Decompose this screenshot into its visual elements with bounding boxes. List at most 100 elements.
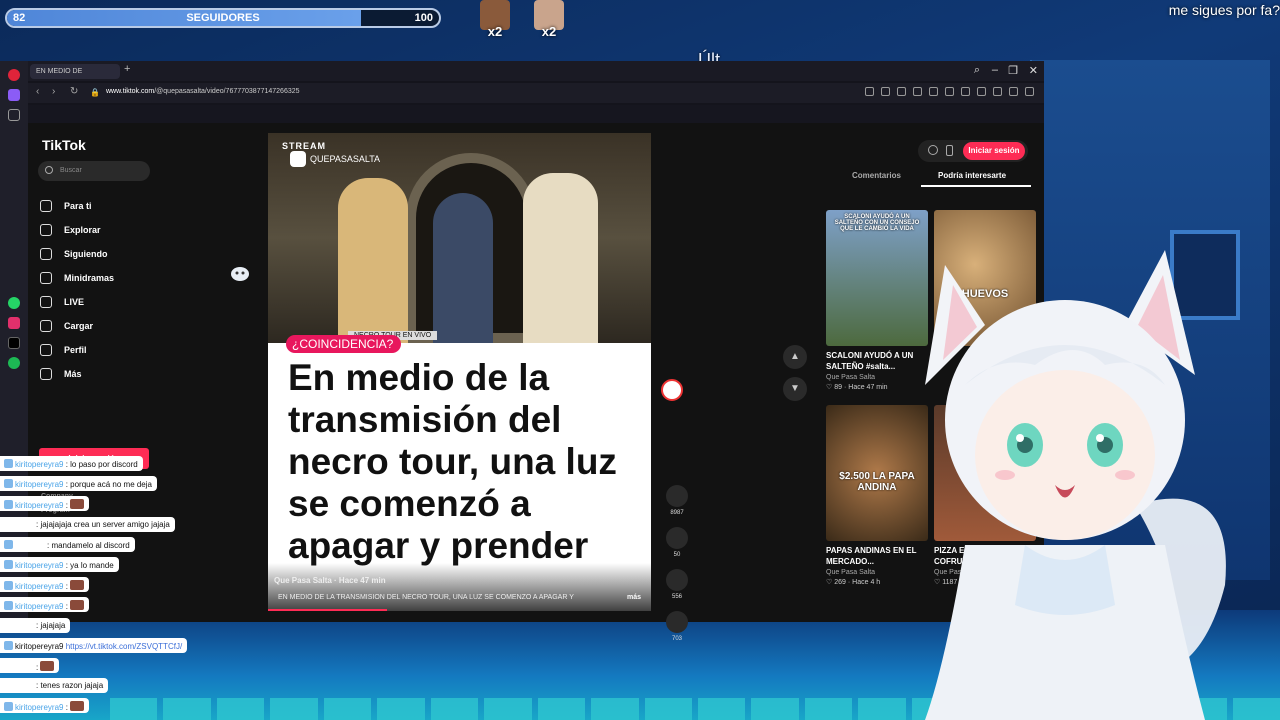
chat-message: kiritopereyra9 : lo paso por discord [0, 456, 143, 472]
url-field[interactable]: www.tiktok.com/@quepasasalta/video/76777… [106, 88, 300, 95]
header-login-button[interactable]: Iniciar sesión [963, 142, 1025, 160]
profile-icon [40, 344, 52, 356]
vpn-icon[interactable] [1009, 87, 1018, 96]
back-icon[interactable]: ‹ [36, 86, 39, 97]
caption-more-link[interactable]: más [627, 594, 641, 601]
user-badge-icon [4, 702, 13, 712]
previous-video-button[interactable]: ▲ [783, 345, 807, 369]
video-progress[interactable] [268, 609, 387, 611]
chat-text: : mandamelo al discord [47, 540, 130, 550]
spotify-icon[interactable] [8, 357, 20, 369]
heart-icon [666, 485, 688, 507]
nav-item-m-s[interactable]: Más [40, 367, 180, 383]
chat-message: kiritopereyra9 : [0, 496, 90, 512]
user-badge-icon [4, 560, 13, 569]
tab-recommended[interactable]: Podría interesarte [938, 171, 1006, 180]
share-icon[interactable] [897, 87, 906, 96]
camera-icon[interactable] [881, 87, 890, 96]
creator-avatar[interactable] [661, 379, 683, 401]
tab-title: EN MEDIO DE [36, 68, 83, 75]
chat-text: : ya lo mande [65, 561, 114, 570]
menu-icon[interactable] [977, 87, 986, 96]
new-tab-button[interactable]: + [124, 63, 130, 75]
emote-icon [70, 701, 85, 712]
tab-bar: EN MEDIO DE + ⌕ – ❐ ✕ [28, 61, 1044, 81]
multiplier-avatar-2: x2 [532, 0, 566, 40]
close-button[interactable]: ✕ [1029, 64, 1038, 77]
next-video-button[interactable]: ▼ [783, 377, 807, 401]
nav-item-live[interactable]: LIVE [40, 295, 180, 311]
toolbar-icons [865, 87, 1034, 96]
opera-icon[interactable] [8, 69, 20, 81]
video-author[interactable]: Que Pasa Salta · Hace 47 min [274, 576, 386, 585]
nav-item-siguiendo[interactable]: Siguiendo [40, 247, 180, 263]
live-icon [40, 296, 52, 308]
chat-text[interactable]: https://vt.tiktok.com/ZSVQTTCfJ/ [66, 642, 182, 651]
pin-icon[interactable] [945, 87, 954, 96]
save-count: 556 [671, 594, 682, 600]
chat-username[interactable]: kiritopereyra9 [15, 642, 63, 651]
compass-icon [40, 224, 52, 236]
chat-username[interactable]: kiritopereyra9 [15, 480, 63, 489]
user-badge-icon [4, 459, 13, 468]
instagram-icon[interactable] [8, 317, 20, 329]
tiktok-logo[interactable]: TikTok [42, 137, 86, 153]
chat-username[interactable]: kiritopereyra9 [15, 561, 63, 570]
ai-icon[interactable] [1025, 87, 1034, 96]
pinboard-icon[interactable] [8, 109, 20, 121]
user-badge-icon [4, 539, 13, 549]
chat-username[interactable]: kiritopereyra9 [15, 460, 63, 469]
multiplier-label: x2 [487, 24, 503, 39]
chat-username[interactable]: kiritopereyra9 [15, 582, 63, 591]
user-badge-icon [4, 640, 13, 650]
address-bar: ‹ › ↻ 🔒 www.tiktok.com/@quepasasalta/vid… [28, 83, 1044, 103]
nav-label: Perfil [64, 345, 87, 355]
device-icon[interactable] [946, 145, 953, 156]
brand-logo-icon [290, 151, 306, 167]
whatsapp-icon[interactable] [8, 297, 20, 309]
video-person [523, 173, 598, 343]
translate-icon[interactable] [913, 87, 922, 96]
chat-message: kiritopereyra9 : [0, 698, 90, 714]
stream-label: STREAM [282, 141, 326, 151]
emote-icon [70, 600, 85, 611]
mascot-sprite [228, 262, 252, 282]
share-button[interactable]: 703 [662, 611, 692, 642]
search-tabs-icon[interactable]: ⌕ [974, 64, 980, 77]
chat-username[interactable]: kiritopereyra9 [15, 602, 63, 611]
chat-text: : [36, 663, 39, 672]
chat-username[interactable]: kiritopereyra9 [15, 703, 63, 712]
nav-item-minidramas[interactable]: Minidramas [40, 271, 180, 287]
home-icon[interactable] [8, 89, 20, 101]
minimize-button[interactable]: – [992, 64, 998, 76]
heart-icon[interactable] [961, 87, 970, 96]
following-icon [40, 248, 52, 260]
theme-icon[interactable] [928, 145, 938, 155]
maximize-button[interactable]: ❐ [1008, 64, 1018, 77]
video-player[interactable]: STREAM QUEPASASALTA NECRO TOUR EN VIVO ¿… [268, 133, 651, 611]
nav-item-cargar[interactable]: Cargar [40, 319, 180, 335]
multiplier-label: x2 [541, 24, 557, 39]
search-input[interactable]: Buscar [38, 161, 150, 181]
video-frame: STREAM QUEPASASALTA NECRO TOUR EN VIVO [268, 133, 651, 343]
nav-item-para-ti[interactable]: Para ti [40, 199, 180, 215]
comment-button[interactable]: 50 [662, 527, 692, 558]
forward-icon[interactable]: › [52, 86, 55, 97]
tab-comments[interactable]: Comentarios [852, 171, 901, 180]
chat-username[interactable]: kiritopereyra9 [15, 501, 63, 510]
extension-icon[interactable] [993, 87, 1002, 96]
nav-label: LIVE [64, 297, 85, 307]
tab-tiktok[interactable]: EN MEDIO DE [30, 64, 120, 79]
user-badge-icon [4, 479, 13, 489]
nav-item-explorar[interactable]: Explorar [40, 223, 180, 239]
x-icon[interactable] [8, 337, 20, 349]
play-icon[interactable] [929, 87, 938, 96]
search-placeholder: Buscar [60, 167, 82, 174]
nav-item-perfil[interactable]: Perfil [40, 343, 180, 359]
save-button[interactable]: 556 [662, 569, 692, 600]
like-button[interactable]: 8987 [662, 485, 692, 516]
chat-message: kiritopereyra9 : [0, 577, 90, 593]
follower-goal-target: 100 [414, 12, 433, 24]
reload-icon[interactable]: ↻ [70, 86, 78, 97]
screenshot-icon[interactable] [865, 87, 874, 96]
